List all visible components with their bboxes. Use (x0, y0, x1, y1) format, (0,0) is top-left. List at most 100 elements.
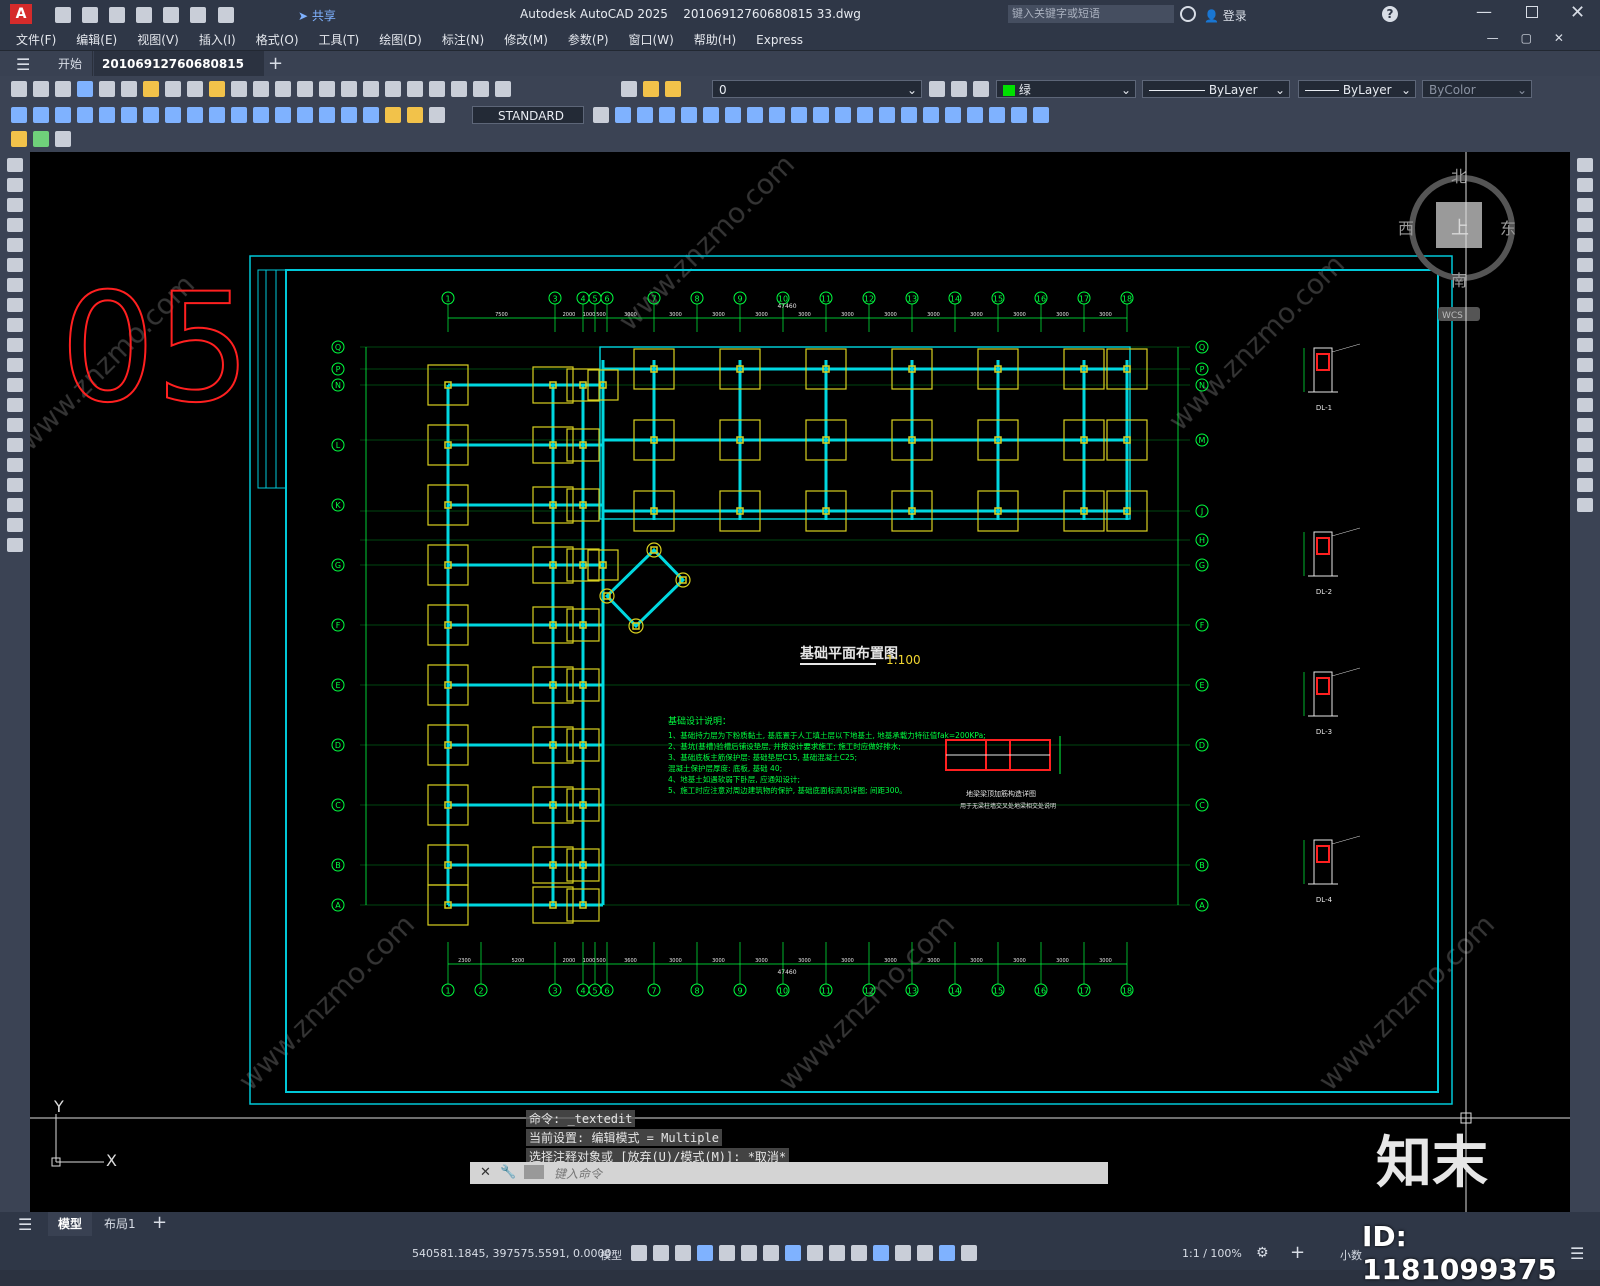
break-icon[interactable] (275, 107, 291, 123)
line-icon[interactable] (7, 158, 23, 172)
menu-item[interactable]: 视图(V) (127, 31, 189, 48)
hamburger-icon[interactable]: ☰ (16, 55, 30, 74)
mirror-icon[interactable] (1577, 198, 1593, 212)
lineweight-dropdown[interactable]: ByLayer ⌄ (1298, 80, 1416, 98)
jogged-icon[interactable] (121, 107, 137, 123)
quick-dim-icon[interactable] (187, 107, 203, 123)
print-icon[interactable] (77, 81, 93, 97)
color-face-icon[interactable] (813, 107, 829, 123)
union-icon[interactable] (615, 107, 631, 123)
save-as-icon[interactable] (136, 7, 153, 23)
design-center-icon[interactable] (385, 81, 401, 97)
grid-icon[interactable] (631, 1245, 647, 1261)
command-input[interactable]: 键入命令 (554, 1165, 602, 1182)
region-icon[interactable] (7, 478, 23, 492)
doc-window-controls[interactable]: —▢✕ (1487, 31, 1586, 45)
linetype-dropdown[interactable]: ByLayer ⌄ (1142, 80, 1290, 98)
inspect-icon[interactable] (341, 107, 357, 123)
arc-icon[interactable] (7, 258, 23, 272)
insert-block-icon[interactable] (7, 378, 23, 392)
help-icon[interactable]: ? (1382, 6, 1398, 22)
redo-tb-icon[interactable] (253, 81, 269, 97)
viewcube[interactable]: 上 北 南 东 西 WCS (1398, 167, 1516, 321)
diameter-icon[interactable] (143, 107, 159, 123)
layer-state-icon[interactable] (973, 81, 989, 97)
sheet-set-icon[interactable] (429, 81, 445, 97)
hatch-icon[interactable] (7, 438, 23, 452)
selection-cycle-icon[interactable] (851, 1245, 867, 1261)
close-button[interactable]: ✕ (1570, 2, 1585, 23)
polar-icon[interactable] (719, 1245, 735, 1261)
dim-edit-icon[interactable] (385, 107, 401, 123)
offset-icon[interactable] (1577, 218, 1593, 232)
move-face-icon[interactable] (857, 107, 873, 123)
rectangle-icon[interactable] (7, 238, 23, 252)
snap-icon[interactable] (653, 1245, 669, 1261)
imprint-icon[interactable] (703, 107, 719, 123)
angular-icon[interactable] (165, 107, 181, 123)
save-icon[interactable] (109, 7, 126, 23)
sync-icon[interactable] (55, 131, 71, 147)
layer-manager-icon[interactable] (621, 81, 637, 97)
dimstyle-icon[interactable] (593, 107, 609, 123)
tab-model[interactable]: 模型 (48, 1212, 93, 1236)
undo-icon[interactable] (190, 7, 207, 23)
add-selected-icon[interactable] (7, 538, 23, 552)
extrude-icon[interactable] (681, 107, 697, 123)
login-button[interactable]: 👤 登录 (1204, 7, 1247, 24)
tab-layout1[interactable]: 布局1 (94, 1212, 146, 1236)
menu-item[interactable]: 编辑(E) (66, 31, 127, 48)
aligned-dim-icon[interactable] (33, 107, 49, 123)
add-layout-button[interactable]: + (152, 1212, 167, 1233)
point-icon[interactable] (7, 418, 23, 432)
plotstyle-dropdown[interactable]: ByColor ⌄ (1422, 80, 1532, 98)
sun-icon[interactable] (665, 81, 681, 97)
open-icon[interactable] (82, 7, 99, 23)
undo-tb-icon[interactable] (231, 81, 247, 97)
save-file-icon[interactable] (55, 81, 71, 97)
break-at-point-icon[interactable] (1577, 378, 1593, 392)
layout-menu-icon[interactable]: ☰ (18, 1215, 32, 1234)
fillet-icon[interactable] (1577, 458, 1593, 472)
help-tb-icon[interactable] (495, 81, 511, 97)
menu-item[interactable]: 标注(N) (432, 31, 494, 48)
dim-text-edit-icon[interactable] (407, 107, 423, 123)
maximize-button[interactable] (1526, 6, 1538, 18)
app-logo-icon[interactable]: A (10, 4, 32, 24)
rotate-icon[interactable] (1577, 278, 1593, 292)
tool-palettes-icon[interactable] (407, 81, 423, 97)
offset-face-icon[interactable] (835, 107, 851, 123)
delete-face-icon[interactable] (923, 107, 939, 123)
check-icon[interactable] (769, 107, 785, 123)
clean-icon[interactable] (1011, 107, 1027, 123)
drawing-svg[interactable]: www.znzmo.com www.znzmo.com www.znzmo.co… (30, 152, 1570, 1212)
menu-item[interactable]: 文件(F) (0, 31, 66, 48)
isodraft-icon[interactable] (741, 1245, 757, 1261)
layer-previous-icon[interactable] (951, 81, 967, 97)
interfere-icon[interactable] (989, 107, 1005, 123)
osnap-icon[interactable] (785, 1245, 801, 1261)
match-prop-icon[interactable] (209, 81, 225, 97)
polygon-icon[interactable] (7, 218, 23, 232)
copy-face-icon[interactable] (791, 107, 807, 123)
zoom-prev-icon[interactable] (341, 81, 357, 97)
ellipse-icon[interactable] (7, 338, 23, 352)
cut-icon[interactable] (143, 81, 159, 97)
polyline-icon[interactable] (7, 198, 23, 212)
viewcube-north[interactable]: 北 (1451, 167, 1467, 186)
markup-icon[interactable] (451, 81, 467, 97)
array-icon[interactable] (1577, 238, 1593, 252)
paste-icon[interactable] (187, 81, 203, 97)
table-icon[interactable] (7, 498, 23, 512)
menu-item[interactable]: 工具(T) (309, 31, 370, 48)
calc-icon[interactable] (473, 81, 489, 97)
space-icon[interactable] (253, 107, 269, 123)
make-current-icon[interactable] (929, 81, 945, 97)
properties-icon[interactable] (363, 81, 379, 97)
arc-length-icon[interactable] (55, 107, 71, 123)
menu-item[interactable]: Express (746, 33, 813, 47)
jog-line-icon[interactable] (363, 107, 379, 123)
menu-item[interactable]: 参数(P) (558, 31, 619, 48)
autoscale-icon[interactable] (961, 1245, 977, 1261)
dimstyle-dropdown[interactable]: STANDARD (472, 106, 584, 124)
